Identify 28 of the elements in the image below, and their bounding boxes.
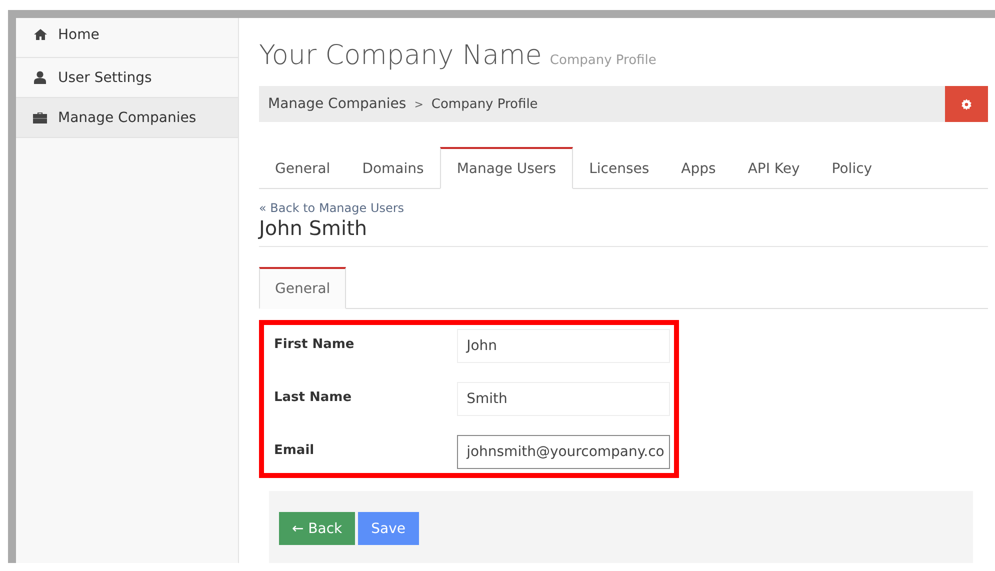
tab[interactable]: Apps [665,147,732,189]
breadcrumb-item[interactable]: Manage Companies [268,96,406,112]
input-field[interactable]: John [456,329,670,363]
user-icon [34,71,46,84]
field-label: First Name [274,336,356,352]
user-name: John Smith [259,216,988,247]
breadcrumb-separator: > [414,98,424,110]
tab[interactable]: Domains [346,147,440,189]
settings-icon [961,98,972,110]
breadcrumb-item: Company Profile [431,96,538,112]
tab[interactable]: Licenses [573,147,666,189]
back-link[interactable]: « Back to Manage Users [259,201,404,215]
page-subtitle: Company Profile [550,53,656,68]
settings-button[interactable] [945,86,988,122]
briefcase-icon [33,112,47,124]
tab[interactable]: General [259,147,346,189]
tab[interactable]: Manage Users [440,147,574,189]
tab[interactable]: API Key [732,147,816,189]
sidebar-item[interactable]: Manage Companies [16,98,238,138]
input-field[interactable]: Smith [456,382,670,416]
field-label: Email [274,442,316,458]
tab[interactable]: Policy [816,147,888,189]
home-icon [34,29,46,40]
page-title: Your Company Name [259,40,542,71]
sidebar-item[interactable]: Home [16,12,238,58]
field-label: Last Name [274,389,353,405]
tab[interactable]: General [259,267,346,309]
input-field[interactable]: johnsmith@yourcompany.co [456,435,670,469]
